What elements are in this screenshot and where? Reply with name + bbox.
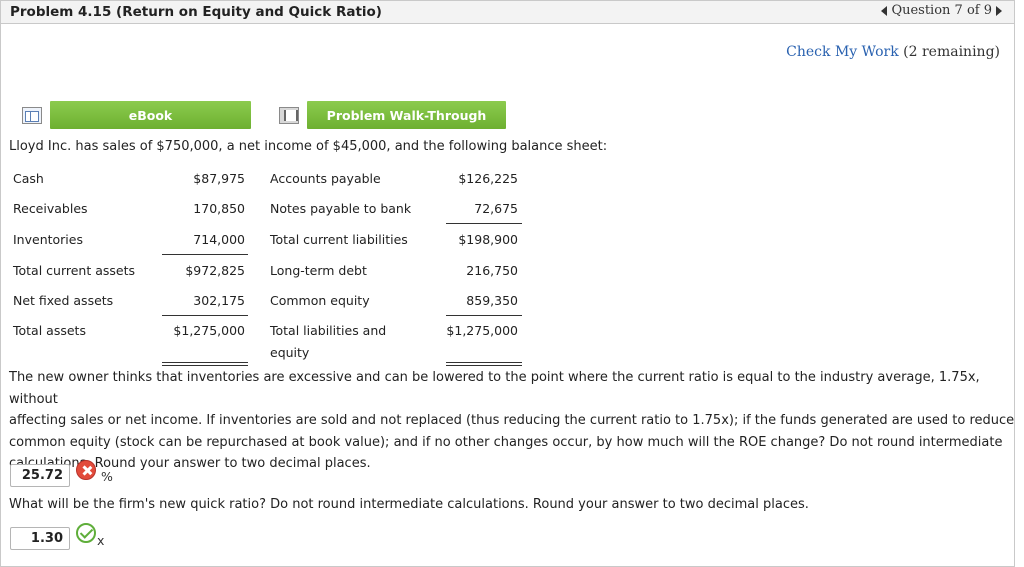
asset-label-net-fixed: Net fixed assets: [13, 293, 114, 308]
problem-frame: [0, 0, 1015, 567]
liab-double-line-1: [446, 362, 522, 363]
asset-value-net-fixed: 302,175: [193, 293, 245, 308]
liab-label-total-current: Total current liabilities: [270, 232, 408, 247]
quick-ratio-answer-input[interactable]: 1.30: [10, 527, 70, 550]
ebook-group: eBook: [22, 101, 251, 129]
problem-intro: Lloyd Inc. has sales of $750,000, a net …: [9, 139, 608, 154]
asset-label-inventories: Inventories: [13, 232, 83, 247]
asset-label-cash: Cash: [13, 171, 44, 186]
asset-value-total-current: $972,825: [185, 263, 245, 278]
incorrect-x-icon: [76, 460, 96, 480]
page-title: Problem 4.15 (Return on Equity and Quick…: [10, 4, 382, 20]
liab-value-ltd: 216,750: [466, 263, 518, 278]
question-2-text: What will be the firm's new quick ratio?…: [9, 497, 809, 512]
times-unit: x: [97, 533, 105, 548]
ebook-button[interactable]: eBook: [50, 101, 251, 129]
question-1-line: The new owner thinks that inventories ar…: [9, 370, 980, 407]
asset-value-inventories: 714,000: [193, 232, 245, 247]
check-my-work: Check My Work (2 remaining): [786, 44, 1000, 60]
header-bar: Problem 4.15 (Return on Equity and Quick…: [0, 0, 1015, 24]
asset-double-line-2: [162, 365, 248, 366]
asset-value-cash: $87,975: [193, 171, 245, 186]
percent-unit: %: [101, 469, 113, 484]
liab-double-line-2: [446, 365, 522, 366]
asset-label-total-current: Total current assets: [13, 263, 136, 278]
asset-value-total: $1,275,000: [173, 323, 245, 338]
liab-total-line: [446, 315, 522, 316]
question-1-line: calculations. Round your answer to two d…: [9, 456, 371, 471]
asset-label-receivables: Receivables: [13, 201, 88, 216]
asset-total-line: [162, 315, 248, 316]
liab-value-notes: 72,675: [474, 201, 518, 216]
liab-value-total: $1,275,000: [446, 323, 518, 338]
asset-value-receivables: 170,850: [193, 201, 245, 216]
liab-label-notes: Notes payable to bank: [270, 201, 412, 216]
correct-check-icon: [76, 523, 96, 543]
asset-label-total: Total assets: [13, 323, 86, 338]
liab-label-ltd: Long-term debt: [270, 263, 367, 278]
liab-label-equity: Common equity: [270, 293, 370, 308]
check-my-work-link[interactable]: Check My Work: [786, 44, 899, 60]
liab-value-equity: 859,350: [466, 293, 518, 308]
roe-answer-input[interactable]: 25.72: [10, 464, 70, 487]
liab-subtotal-line: [446, 223, 522, 224]
asset-double-line-1: [162, 362, 248, 363]
attempts-remaining: (2 remaining): [903, 44, 1000, 60]
question-1-line: common equity (stock can be repurchased …: [9, 434, 1003, 450]
question-counter: Question 7 of 9: [891, 3, 992, 18]
previous-question-icon[interactable]: [881, 5, 888, 16]
liab-value-total-current: $198,900: [458, 232, 518, 247]
liab-label-ap: Accounts payable: [270, 171, 381, 186]
question-nav: Question 7 of 9: [881, 3, 1002, 18]
question-1-text: The new owner thinks that inventories ar…: [9, 367, 1024, 475]
liab-label-total: Total liabilities and: [270, 323, 387, 338]
question-1-line: affecting sales or net income. If invent…: [9, 413, 1015, 428]
walkthrough-group: Problem Walk-Through: [279, 101, 506, 129]
walkthrough-button[interactable]: Problem Walk-Through: [307, 101, 506, 129]
liab-value-ap: $126,225: [458, 171, 518, 186]
asset-subtotal-line: [162, 254, 248, 255]
liab-label-total-cont: equity: [270, 345, 310, 360]
next-question-icon[interactable]: [996, 5, 1002, 16]
book-icon: [22, 106, 42, 124]
film-icon: [279, 106, 299, 124]
